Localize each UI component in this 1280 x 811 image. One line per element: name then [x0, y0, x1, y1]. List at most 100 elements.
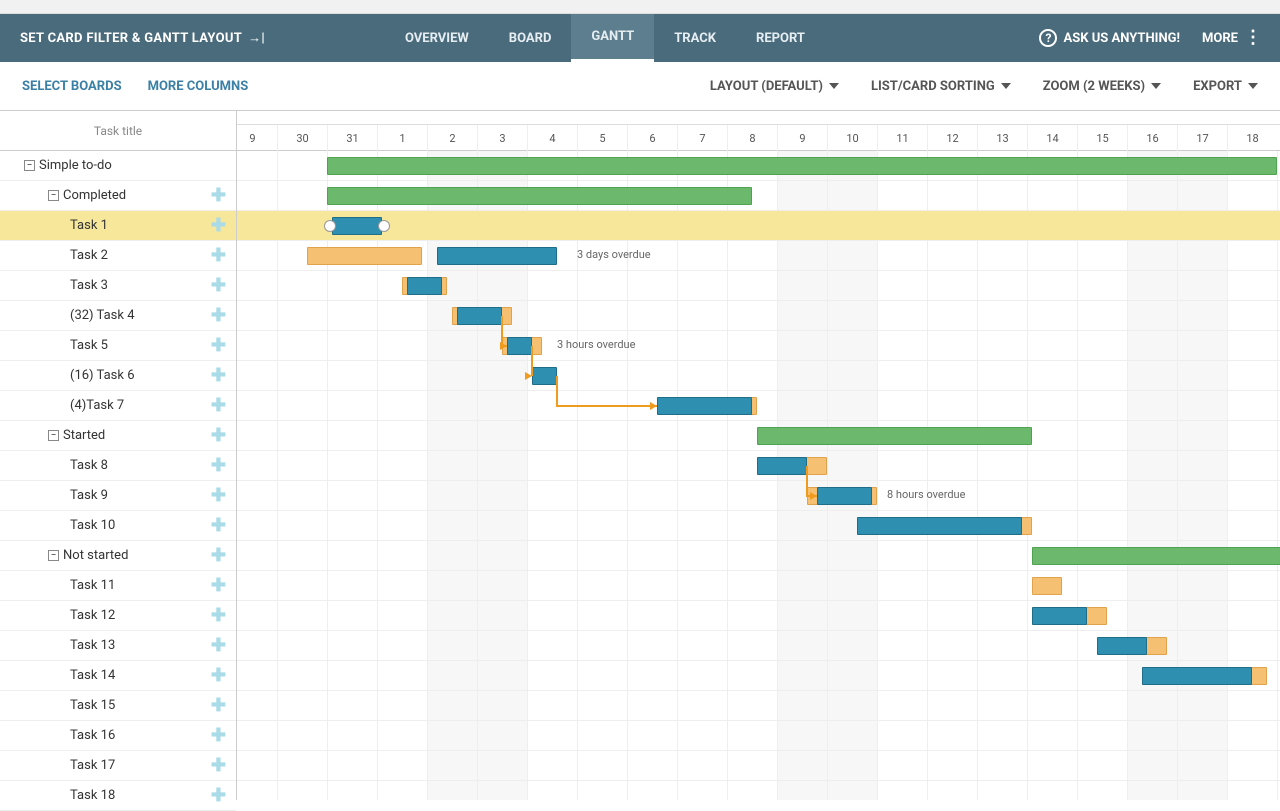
- more-columns-button[interactable]: MORE COLUMNS: [148, 79, 249, 94]
- gantt-bar[interactable]: [757, 457, 807, 475]
- zoom-dropdown[interactable]: ZOOM (2 WEEKS): [1043, 79, 1161, 94]
- sorting-dropdown[interactable]: LIST/CARD SORTING: [871, 79, 1011, 94]
- task-row[interactable]: Task 17✚: [0, 751, 236, 781]
- gantt-row[interactable]: [237, 151, 1280, 181]
- add-icon[interactable]: ✚: [211, 515, 226, 536]
- add-icon[interactable]: ✚: [211, 305, 226, 326]
- gantt-bar[interactable]: [532, 367, 557, 385]
- gantt-row[interactable]: [237, 781, 1280, 800]
- add-icon[interactable]: ✚: [211, 575, 226, 596]
- task-row[interactable]: (4)Task 7✚: [0, 391, 236, 421]
- task-row[interactable]: Task 12✚: [0, 601, 236, 631]
- gantt-row[interactable]: [237, 421, 1280, 451]
- add-icon[interactable]: ✚: [211, 605, 226, 626]
- task-row[interactable]: Task 14✚: [0, 661, 236, 691]
- gantt-bar[interactable]: [1097, 637, 1147, 655]
- chart-body[interactable]: 3 days overdue 3 hours overdue 8 hours ove…: [237, 151, 1280, 800]
- task-row[interactable]: Task 8✚: [0, 451, 236, 481]
- gantt-row[interactable]: [237, 451, 1280, 481]
- task-row[interactable]: Task 9✚: [0, 481, 236, 511]
- tab-gantt[interactable]: GANTT: [571, 14, 654, 62]
- gantt-bar[interactable]: [507, 337, 532, 355]
- resize-handle-right[interactable]: [378, 220, 390, 232]
- gantt-row[interactable]: [237, 391, 1280, 421]
- add-icon[interactable]: ✚: [211, 545, 226, 566]
- add-icon[interactable]: ✚: [211, 395, 226, 416]
- add-icon[interactable]: ✚: [211, 635, 226, 656]
- add-icon[interactable]: ✚: [211, 665, 226, 686]
- gantt-bar[interactable]: [332, 217, 382, 235]
- gantt-bar[interactable]: [1142, 667, 1252, 685]
- gantt-row[interactable]: [237, 541, 1280, 571]
- gantt-bar[interactable]: [327, 187, 752, 205]
- tab-report[interactable]: REPORT: [736, 14, 825, 62]
- filter-layout-button[interactable]: SET CARD FILTER & GANTT LAYOUT →|: [20, 30, 265, 46]
- collapse-toggle[interactable]: −: [48, 550, 59, 561]
- gantt-bar[interactable]: [757, 427, 1032, 445]
- gantt-row[interactable]: [237, 301, 1280, 331]
- collapse-toggle[interactable]: −: [24, 160, 35, 171]
- gantt-bar[interactable]: [407, 277, 442, 295]
- task-row[interactable]: Task 15✚: [0, 691, 236, 721]
- gantt-bar[interactable]: [307, 247, 422, 265]
- more-menu-button[interactable]: MORE ⋮: [1202, 31, 1260, 46]
- add-icon[interactable]: ✚: [211, 755, 226, 776]
- gantt-row[interactable]: [237, 661, 1280, 691]
- gantt-row[interactable]: 3 days overdue: [237, 241, 1280, 271]
- gantt-bar[interactable]: [1032, 547, 1280, 565]
- gantt-row[interactable]: [237, 271, 1280, 301]
- task-row[interactable]: Task 1✚: [0, 211, 236, 241]
- add-icon[interactable]: ✚: [211, 695, 226, 716]
- gantt-row[interactable]: [237, 631, 1280, 661]
- gantt-row[interactable]: [237, 601, 1280, 631]
- gantt-row[interactable]: [237, 361, 1280, 391]
- task-row[interactable]: Task 18✚: [0, 781, 236, 811]
- gantt-bar[interactable]: [457, 307, 502, 325]
- tab-board[interactable]: BOARD: [489, 14, 572, 62]
- task-row[interactable]: Task 3✚: [0, 271, 236, 301]
- resize-handle-left[interactable]: [324, 220, 336, 232]
- collapse-toggle[interactable]: −: [48, 430, 59, 441]
- task-row[interactable]: Task 16✚: [0, 721, 236, 751]
- gantt-bar[interactable]: [437, 247, 557, 265]
- select-boards-button[interactable]: SELECT BOARDS: [22, 79, 122, 94]
- add-icon[interactable]: ✚: [211, 335, 226, 356]
- task-row[interactable]: −Simple to-do: [0, 151, 236, 181]
- add-icon[interactable]: ✚: [211, 185, 226, 206]
- add-icon[interactable]: ✚: [211, 215, 226, 236]
- gantt-row[interactable]: 8 hours overdue: [237, 481, 1280, 511]
- gantt-row[interactable]: [237, 721, 1280, 751]
- tab-overview[interactable]: OVERVIEW: [385, 14, 489, 62]
- add-icon[interactable]: ✚: [211, 245, 226, 266]
- task-row[interactable]: −Not started✚: [0, 541, 236, 571]
- gantt-row[interactable]: 3 hours overdue: [237, 331, 1280, 361]
- task-row[interactable]: Task 5✚: [0, 331, 236, 361]
- task-row[interactable]: (16) Task 6✚: [0, 361, 236, 391]
- gantt-row[interactable]: [237, 181, 1280, 211]
- add-icon[interactable]: ✚: [211, 275, 226, 296]
- ask-us-button[interactable]: ? ASK US ANYTHING!: [1039, 29, 1180, 47]
- add-icon[interactable]: ✚: [211, 455, 226, 476]
- gantt-bar[interactable]: [327, 157, 1277, 175]
- gantt-bar[interactable]: [817, 487, 872, 505]
- gantt-row[interactable]: [237, 211, 1280, 241]
- task-row[interactable]: Task 2✚: [0, 241, 236, 271]
- layout-dropdown[interactable]: LAYOUT (DEFAULT): [710, 79, 839, 94]
- gantt-row[interactable]: [237, 571, 1280, 601]
- gantt-bar[interactable]: [657, 397, 752, 415]
- gantt-row[interactable]: [237, 691, 1280, 721]
- add-icon[interactable]: ✚: [211, 425, 226, 446]
- add-icon[interactable]: ✚: [211, 725, 226, 746]
- tab-track[interactable]: TRACK: [654, 14, 736, 62]
- task-row[interactable]: (32) Task 4✚: [0, 301, 236, 331]
- task-row[interactable]: Task 13✚: [0, 631, 236, 661]
- add-icon[interactable]: ✚: [211, 365, 226, 386]
- export-dropdown[interactable]: EXPORT: [1193, 79, 1258, 94]
- add-icon[interactable]: ✚: [211, 785, 226, 806]
- gantt-chart[interactable]: November 9303112345678910111213141516171…: [237, 111, 1280, 800]
- add-icon[interactable]: ✚: [211, 485, 226, 506]
- collapse-toggle[interactable]: −: [48, 190, 59, 201]
- task-row[interactable]: Task 10✚: [0, 511, 236, 541]
- gantt-bar[interactable]: [857, 517, 1022, 535]
- task-row[interactable]: −Completed✚: [0, 181, 236, 211]
